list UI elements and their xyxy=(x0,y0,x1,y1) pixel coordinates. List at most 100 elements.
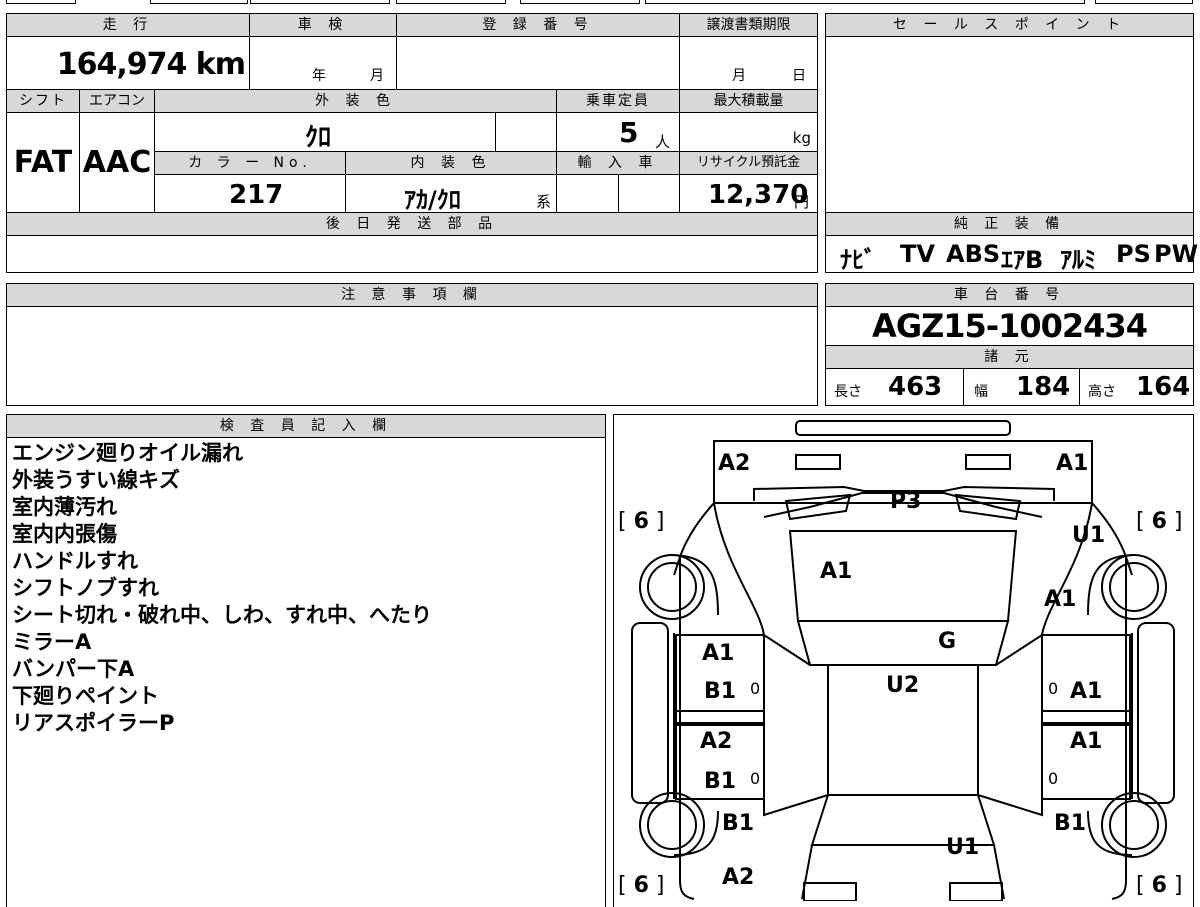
aircon-header: エアコン xyxy=(79,89,155,113)
spec-height-value: 164 xyxy=(1136,372,1191,402)
aircon-value: AAC xyxy=(82,145,152,180)
mark-left-rear-door-1: A2 xyxy=(700,729,733,754)
chassis-cell: AGZ15-1002434 xyxy=(825,306,1194,346)
recycle-cell: 12,370 円 xyxy=(679,174,818,213)
equip-abs: ABS xyxy=(946,240,1001,268)
exterior-color-cell: ｸﾛ xyxy=(154,112,496,153)
inspection-header: 車 検 xyxy=(249,13,397,37)
small-mark: 0 xyxy=(1048,769,1059,788)
interior-color-suffix: 系 xyxy=(536,193,552,211)
equip-alloy: ｱﾙﾐ xyxy=(1060,246,1096,274)
equip-tv: TV xyxy=(900,240,935,268)
capacity-unit: 人 xyxy=(655,133,671,151)
mark-roof: U2 xyxy=(886,673,920,698)
equip-ps: PS xyxy=(1116,240,1151,268)
inspector-line: ミラーA xyxy=(12,630,92,654)
exterior-color-value: ｸﾛ xyxy=(305,123,332,153)
transfer-deadline-cell: 月 日 xyxy=(679,36,818,90)
equip-navi: ﾅﾋﾞ xyxy=(840,246,876,274)
tire-rear-right-label: [ 6 ] xyxy=(1136,873,1183,898)
shift-header: シフト xyxy=(6,89,80,113)
small-mark: 0 xyxy=(750,769,761,788)
car-diagram-outline xyxy=(631,420,1175,901)
interior-color-header: 内 装 色 xyxy=(345,151,557,175)
max-load-unit: kg xyxy=(792,129,811,147)
inspector-line: 下廻りペイント xyxy=(12,684,159,708)
mileage-header: 走 行 xyxy=(6,13,250,37)
inspector-line: シフトノブすれ xyxy=(12,576,159,600)
mark-rear-left: A2 xyxy=(722,865,755,890)
tire-front-left-label: [ 6 ] xyxy=(618,509,665,534)
mark-right-fender: U1 xyxy=(1072,523,1106,548)
genuine-equipment-cell: ﾅﾋﾞ TV ABS ｴｱB ｱﾙﾐ PS PW xyxy=(825,235,1198,274)
transfer-month-label: 月 xyxy=(732,68,746,84)
capacity-cell: 5 人 xyxy=(556,112,680,152)
exterior-color-code-cell xyxy=(495,112,557,152)
max-load-header: 最大積載量 xyxy=(679,89,818,113)
recycle-header: リサイクル預託金 xyxy=(679,151,818,175)
equip-pw: PW xyxy=(1154,240,1199,268)
top-strip xyxy=(0,0,1200,6)
small-mark: 0 xyxy=(1048,679,1059,698)
mark-left-rear-door-2: B1 xyxy=(704,769,737,794)
capacity-header: 乗車定員 xyxy=(556,89,680,113)
chassis-value: AGZ15-1002434 xyxy=(872,307,1148,345)
max-load-cell: kg xyxy=(679,112,818,152)
tire-front-right-label: [ 6 ] xyxy=(1136,509,1183,534)
mark-right-front-area: A1 xyxy=(1044,587,1077,612)
specs-header: 諸 元 xyxy=(825,345,1194,369)
shift-cell: FAT xyxy=(6,112,80,213)
genuine-equipment-header: 純 正 装 備 xyxy=(825,212,1194,236)
car-diagram-panel: [ 6 ] [ 6 ] [ 6 ] [ 6 ] A2 A1 P3 U1 A1 A… xyxy=(613,414,1194,907)
exterior-color-header: 外 装 色 xyxy=(154,89,557,113)
mark-front-left: A2 xyxy=(718,451,751,476)
import-header: 輸 入 車 xyxy=(556,151,680,175)
tire-rear-left-label: [ 6 ] xyxy=(618,873,665,898)
registration-cell xyxy=(396,36,680,90)
inspector-header: 検 査 員 記 入 欄 xyxy=(6,414,606,438)
mark-trunk: U1 xyxy=(946,835,980,860)
capacity-value: 5 xyxy=(619,116,639,149)
mark-left-front-door-2: B1 xyxy=(704,679,737,704)
inspector-line: バンパー下A xyxy=(12,657,135,681)
spec-length-label: 長さ xyxy=(834,384,862,400)
inspector-line: 外装うすい線キズ xyxy=(12,468,180,492)
notes-cell xyxy=(6,306,818,406)
interior-color-value: ｱｶ/ｸﾛ xyxy=(404,186,461,214)
mark-windshield-top: P3 xyxy=(890,489,922,514)
import-cell-2 xyxy=(618,174,680,213)
inspection-cell: 年 月 xyxy=(249,36,397,90)
spec-width-cell: 幅 184 xyxy=(963,368,1080,406)
inspector-line: 室内内張傷 xyxy=(12,522,117,546)
sales-point-cell xyxy=(825,36,1194,213)
import-cell-1 xyxy=(556,174,619,213)
shift-value: FAT xyxy=(13,145,73,180)
mark-right-front-door: A1 xyxy=(1070,679,1103,704)
transfer-deadline-header: 譲渡書類期限 xyxy=(679,13,818,37)
spec-length-cell: 長さ 463 xyxy=(825,368,964,406)
color-no-value: 217 xyxy=(229,180,284,210)
mark-hood: A1 xyxy=(820,559,853,584)
mileage-cell: 164,974 km xyxy=(6,36,250,90)
mark-right-rear-quarter: B1 xyxy=(1054,811,1087,836)
later-parts-header: 後 日 発 送 部 品 xyxy=(6,212,818,236)
inspector-line: シート切れ・破れ中、しわ、すれ中、へたり xyxy=(12,603,432,627)
equip-airbag: ｴｱB xyxy=(1001,246,1044,274)
small-mark: 0 xyxy=(750,679,761,698)
mileage-value: 164,974 km xyxy=(56,47,246,82)
aircon-cell: AAC xyxy=(79,112,155,213)
spec-width-value: 184 xyxy=(1016,372,1071,402)
spec-width-label: 幅 xyxy=(974,384,988,400)
inspector-line: リアスポイラーP xyxy=(12,711,175,735)
notes-header: 注 意 事 項 欄 xyxy=(6,283,818,307)
recycle-unit: 円 xyxy=(794,193,810,211)
spec-height-label: 高さ xyxy=(1088,384,1116,400)
registration-header: 登 録 番 号 xyxy=(396,13,680,37)
spec-length-value: 463 xyxy=(888,372,943,402)
inspection-year-label: 年 xyxy=(312,68,326,84)
mark-right-rear-door: A1 xyxy=(1070,729,1103,754)
mark-left-front-door-1: A1 xyxy=(702,641,735,666)
mark-front-right: A1 xyxy=(1056,451,1089,476)
color-no-cell: 217 xyxy=(154,174,346,213)
mark-left-rear-quarter: B1 xyxy=(722,811,755,836)
